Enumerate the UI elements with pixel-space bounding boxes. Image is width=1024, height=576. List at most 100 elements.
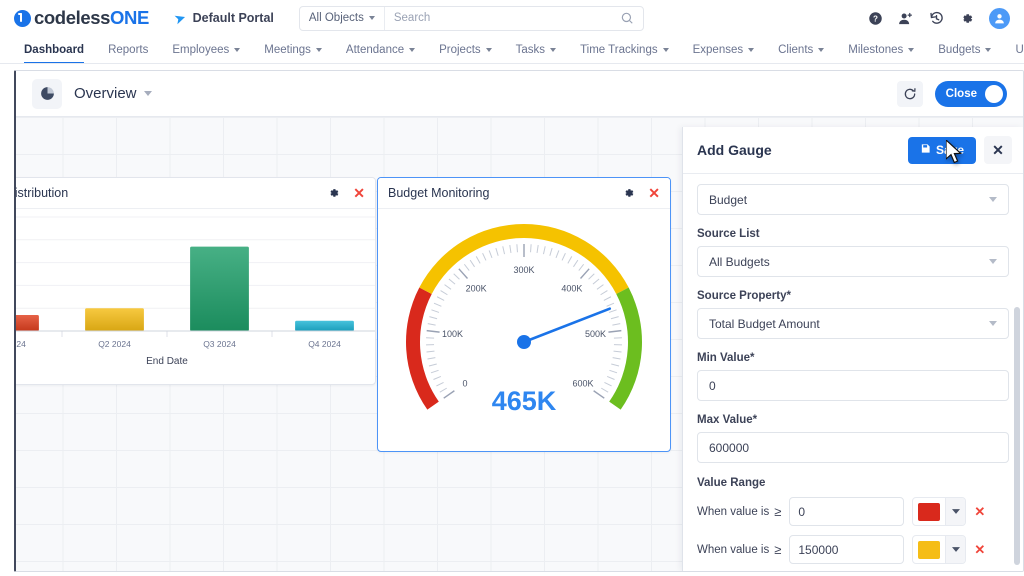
operator-symbol: ≥ [774,542,781,557]
widget-tools: ✕ [327,186,365,200]
nav-item-tasks[interactable]: Tasks [516,36,556,64]
gear-icon[interactable] [327,187,340,200]
panel-title: Add Gauge [697,142,772,158]
nav-item-label: User Pro [1015,44,1024,56]
chevron-down-icon [316,48,322,52]
portal-selector[interactable]: ➤ Default Portal [174,11,274,25]
source-list-select[interactable]: All Budgets [697,246,1009,277]
svg-text:100K: 100K [441,329,462,339]
value-range-label: Value Range [697,477,1009,489]
svg-text:?: ? [873,14,878,23]
save-button[interactable]: Save [908,137,976,164]
condition-prefix: When value is [697,506,769,518]
close-icon[interactable]: ✕ [984,136,1012,164]
color-picker[interactable] [912,497,966,526]
nav-item-milestones[interactable]: Milestones [848,36,914,64]
chevron-down-icon [945,497,965,526]
add-gauge-panel: Add Gauge Save ✕ Budget Source Lis [682,127,1023,571]
nav-item-employees[interactable]: Employees [172,36,240,64]
close-icon[interactable]: ✕ [648,186,660,200]
chevron-down-icon [985,48,991,52]
search-icon[interactable] [620,11,634,25]
history-icon[interactable] [929,11,944,26]
overview-toolbar: Overview Close [16,71,1023,117]
nav-item-label: Attendance [346,44,404,56]
remove-condition-button[interactable]: ✕ [974,542,985,558]
color-swatch [918,503,940,521]
help-icon[interactable]: ? [868,11,883,26]
svg-text:End Date: End Date [146,356,188,367]
nav-item-reports[interactable]: Reports [108,36,148,64]
nav-item-label: Expenses [693,44,744,56]
gauge-chart: 0100K200K300K400K500K600K465K [378,209,670,451]
operator-symbol: ≥ [774,504,781,519]
chevron-down-icon [989,197,997,202]
condition-value-input[interactable]: 150000 [789,535,904,564]
gear-icon[interactable] [959,11,974,26]
source-list-label: Source List [697,228,1009,240]
nav-item-label: Projects [439,44,481,56]
color-swatch [918,541,940,559]
condition-label: When value is ≥ [697,542,781,557]
object-select[interactable]: Budget [697,184,1009,215]
panel-scrollbar[interactable] [1014,307,1020,565]
nav-item-clients[interactable]: Clients [778,36,824,64]
condition-value-input[interactable]: 0 [789,497,904,526]
portal-name-label: Default Portal [193,11,274,25]
gear-icon[interactable] [622,187,635,200]
nav-item-user-pro[interactable]: User Pro [1015,36,1024,64]
nav-item-time-trackings[interactable]: Time Trackings [580,36,669,64]
app-logo[interactable]: codelessONE [14,7,149,29]
logo-text: codelessONE [34,7,149,29]
remove-condition-button[interactable]: ✕ [974,504,985,520]
nav-item-label: Budgets [938,44,980,56]
condition-prefix: When value is [697,544,769,556]
widget-tools: ✕ [622,186,660,200]
nav-item-label: Dashboard [24,44,84,56]
avatar[interactable] [989,8,1010,29]
nav-item-label: Clients [778,44,813,56]
nav-item-attendance[interactable]: Attendance [346,36,415,64]
widget-title: Budget Monitoring [388,186,489,200]
value-range-rows: When value is ≥0 ✕ When value is ≥150000 ✕ Whe… [697,497,1009,571]
main-nav: Dashboard Reports Employees Meetings Attenda… [0,36,1024,64]
send-icon: ➤ [172,10,187,27]
bar-chart: Q1 2024Q2 2024Q3 2024Q4 2024End Date [16,209,375,384]
widget-title: y Task Distribution [16,186,68,200]
logo-mark-icon [14,10,31,27]
refresh-icon[interactable] [897,81,923,107]
search-input[interactable] [385,12,620,24]
widget-header: y Task Distribution ✕ [16,178,375,209]
nav-item-label: Employees [172,44,229,56]
chevron-down-icon [234,48,240,52]
toggle-knob [985,85,1003,103]
chevron-down-icon [550,48,556,52]
chevron-down-icon[interactable] [144,91,152,96]
search-scope-dropdown[interactable]: All Objects [300,7,385,30]
nav-item-expenses[interactable]: Expenses [693,36,755,64]
widget-header: Budget Monitoring ✕ [378,178,670,209]
chevron-down-icon [989,321,997,326]
min-value-input[interactable]: 0 [697,370,1009,401]
add-user-icon[interactable] [898,11,914,26]
close-toggle[interactable]: Close [935,81,1007,107]
nav-item-projects[interactable]: Projects [439,36,492,64]
color-picker[interactable] [912,535,966,564]
panel-header-actions: Save ✕ [908,136,1012,164]
search-scope-label: All Objects [309,12,364,24]
value-range-row: When value is ≥150000 ✕ [697,535,1009,564]
chevron-down-icon [908,48,914,52]
widget-budget-monitoring[interactable]: Budget Monitoring ✕ 0100K200K300K400K500… [377,177,671,452]
source-property-select[interactable]: Total Budget Amount [697,308,1009,339]
overview-actions: Close [897,81,1007,107]
nav-item-meetings[interactable]: Meetings [264,36,322,64]
nav-item-budgets[interactable]: Budgets [938,36,991,64]
nav-item-dashboard[interactable]: Dashboard [24,36,84,64]
condition-value: 0 [798,505,805,519]
svg-text:600K: 600K [572,378,593,388]
close-icon[interactable]: ✕ [353,186,365,200]
nav-item-label: Reports [108,44,148,56]
max-value-input[interactable]: 600000 [697,432,1009,463]
chevron-down-icon [486,48,492,52]
widget-task-distribution[interactable]: y Task Distribution ✕ Q1 2024Q2 2024Q3 2… [16,177,376,385]
